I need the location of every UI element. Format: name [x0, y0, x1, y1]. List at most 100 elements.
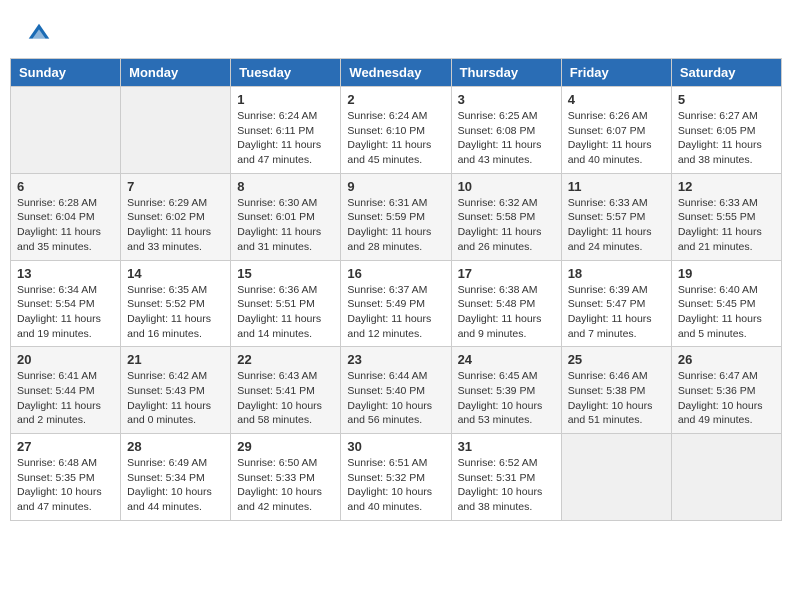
day-number: 11 [568, 179, 665, 194]
day-number: 8 [237, 179, 334, 194]
calendar-cell: 6 Sunrise: 6:28 AMSunset: 6:04 PMDaylight… [11, 173, 121, 260]
calendar-cell: 1 Sunrise: 6:24 AMSunset: 6:11 PMDaylight… [231, 87, 341, 174]
calendar-week-row: 20 Sunrise: 6:41 AMSunset: 5:44 PMDayligh… [11, 347, 782, 434]
weekday-header-friday: Friday [561, 59, 671, 87]
calendar-cell: 15Sunrise: 6:36 AMSunset: 5:51 PMDayligh… [231, 260, 341, 347]
calendar-cell: 27 Sunrise: 6:48 AMSunset: 5:35 PMDayligh… [11, 434, 121, 521]
day-info: Sunrise: 6:50 AMSunset: 5:33 PMDaylight:… [237, 456, 334, 515]
day-info: Sunrise: 6:47 AMSunset: 5:36 PMDaylight:… [678, 369, 775, 428]
day-info: Sunrise: 6:31 AMSunset: 5:59 PMDaylight:… [347, 196, 444, 255]
day-number: 25 [568, 352, 665, 367]
day-info: Sunrise: 6:34 AMSunset: 5:54 PMDaylight:… [17, 283, 114, 342]
day-number: 31 [458, 439, 555, 454]
day-info: Sunrise: 6:29 AMSunset: 6:02 PMDaylight:… [127, 196, 224, 255]
day-number: 30 [347, 439, 444, 454]
weekday-header-sunday: Sunday [11, 59, 121, 87]
day-info: Sunrise: 6:27 AMSunset: 6:05 PMDaylight:… [678, 109, 775, 168]
day-info: Sunrise: 6:45 AMSunset: 5:39 PMDaylight:… [458, 369, 555, 428]
calendar-cell: 30Sunrise: 6:51 AMSunset: 5:32 PMDayligh… [341, 434, 451, 521]
day-info: Sunrise: 6:24 AMSunset: 6:10 PMDaylight:… [347, 109, 444, 168]
day-number: 12 [678, 179, 775, 194]
day-number: 10 [458, 179, 555, 194]
calendar-cell [671, 434, 781, 521]
day-number: 7 [127, 179, 224, 194]
calendar-cell [121, 87, 231, 174]
day-info: Sunrise: 6:52 AMSunset: 5:31 PMDaylight:… [458, 456, 555, 515]
calendar-cell: 17Sunrise: 6:38 AMSunset: 5:48 PMDayligh… [451, 260, 561, 347]
day-number: 1 [237, 92, 334, 107]
day-number: 22 [237, 352, 334, 367]
calendar-week-row: 6 Sunrise: 6:28 AMSunset: 6:04 PMDaylight… [11, 173, 782, 260]
day-number: 16 [347, 266, 444, 281]
calendar-cell [11, 87, 121, 174]
day-info: Sunrise: 6:39 AMSunset: 5:47 PMDaylight:… [568, 283, 665, 342]
calendar-cell: 26 Sunrise: 6:47 AMSunset: 5:36 PMDayligh… [671, 347, 781, 434]
day-info: Sunrise: 6:30 AMSunset: 6:01 PMDaylight:… [237, 196, 334, 255]
calendar-cell: 10 Sunrise: 6:32 AMSunset: 5:58 PMDayligh… [451, 173, 561, 260]
calendar-cell: 25 Sunrise: 6:46 AMSunset: 5:38 PMDayligh… [561, 347, 671, 434]
calendar-week-row: 27 Sunrise: 6:48 AMSunset: 5:35 PMDayligh… [11, 434, 782, 521]
calendar-week-row: 1 Sunrise: 6:24 AMSunset: 6:11 PMDaylight… [11, 87, 782, 174]
calendar-cell: 23 Sunrise: 6:44 AMSunset: 5:40 PMDayligh… [341, 347, 451, 434]
calendar-cell: 2 Sunrise: 6:24 AMSunset: 6:10 PMDaylight… [341, 87, 451, 174]
logo [25, 20, 57, 48]
calendar-cell: 20 Sunrise: 6:41 AMSunset: 5:44 PMDayligh… [11, 347, 121, 434]
day-number: 14 [127, 266, 224, 281]
day-info: Sunrise: 6:41 AMSunset: 5:44 PMDaylight:… [17, 369, 114, 428]
day-number: 4 [568, 92, 665, 107]
day-info: Sunrise: 6:48 AMSunset: 5:35 PMDaylight:… [17, 456, 114, 515]
day-number: 19 [678, 266, 775, 281]
logo-icon [25, 20, 53, 48]
day-number: 6 [17, 179, 114, 194]
day-info: Sunrise: 6:25 AMSunset: 6:08 PMDaylight:… [458, 109, 555, 168]
day-number: 20 [17, 352, 114, 367]
day-number: 3 [458, 92, 555, 107]
day-info: Sunrise: 6:32 AMSunset: 5:58 PMDaylight:… [458, 196, 555, 255]
day-info: Sunrise: 6:28 AMSunset: 6:04 PMDaylight:… [17, 196, 114, 255]
calendar-cell: 7 Sunrise: 6:29 AMSunset: 6:02 PMDaylight… [121, 173, 231, 260]
weekday-header-saturday: Saturday [671, 59, 781, 87]
calendar-cell: 28 Sunrise: 6:49 AMSunset: 5:34 PMDayligh… [121, 434, 231, 521]
day-number: 17 [458, 266, 555, 281]
day-info: Sunrise: 6:49 AMSunset: 5:34 PMDaylight:… [127, 456, 224, 515]
weekday-header-tuesday: Tuesday [231, 59, 341, 87]
day-number: 18 [568, 266, 665, 281]
day-number: 2 [347, 92, 444, 107]
calendar-cell: 5 Sunrise: 6:27 AMSunset: 6:05 PMDaylight… [671, 87, 781, 174]
calendar-cell: 16Sunrise: 6:37 AMSunset: 5:49 PMDayligh… [341, 260, 451, 347]
calendar-week-row: 13 Sunrise: 6:34 AMSunset: 5:54 PMDayligh… [11, 260, 782, 347]
calendar-cell: 18 Sunrise: 6:39 AMSunset: 5:47 PMDayligh… [561, 260, 671, 347]
calendar-cell: 14Sunrise: 6:35 AMSunset: 5:52 PMDayligh… [121, 260, 231, 347]
calendar-cell: 22 Sunrise: 6:43 AMSunset: 5:41 PMDayligh… [231, 347, 341, 434]
day-info: Sunrise: 6:24 AMSunset: 6:11 PMDaylight:… [237, 109, 334, 168]
day-info: Sunrise: 6:26 AMSunset: 6:07 PMDaylight:… [568, 109, 665, 168]
day-number: 13 [17, 266, 114, 281]
day-info: Sunrise: 6:43 AMSunset: 5:41 PMDaylight:… [237, 369, 334, 428]
weekday-header-thursday: Thursday [451, 59, 561, 87]
day-number: 5 [678, 92, 775, 107]
day-number: 23 [347, 352, 444, 367]
day-info: Sunrise: 6:33 AMSunset: 5:55 PMDaylight:… [678, 196, 775, 255]
day-info: Sunrise: 6:42 AMSunset: 5:43 PMDaylight:… [127, 369, 224, 428]
page-header [10, 10, 782, 53]
calendar-cell: 21Sunrise: 6:42 AMSunset: 5:43 PMDayligh… [121, 347, 231, 434]
weekday-header-row: SundayMondayTuesdayWednesdayThursdayFrid… [11, 59, 782, 87]
day-info: Sunrise: 6:44 AMSunset: 5:40 PMDaylight:… [347, 369, 444, 428]
calendar-cell: 24Sunrise: 6:45 AMSunset: 5:39 PMDayligh… [451, 347, 561, 434]
calendar-cell: 4 Sunrise: 6:26 AMSunset: 6:07 PMDaylight… [561, 87, 671, 174]
day-number: 29 [237, 439, 334, 454]
day-info: Sunrise: 6:46 AMSunset: 5:38 PMDaylight:… [568, 369, 665, 428]
day-number: 28 [127, 439, 224, 454]
day-number: 26 [678, 352, 775, 367]
calendar-cell: 11Sunrise: 6:33 AMSunset: 5:57 PMDayligh… [561, 173, 671, 260]
weekday-header-wednesday: Wednesday [341, 59, 451, 87]
day-number: 27 [17, 439, 114, 454]
calendar-cell: 29 Sunrise: 6:50 AMSunset: 5:33 PMDayligh… [231, 434, 341, 521]
calendar-cell [561, 434, 671, 521]
calendar-cell: 3 Sunrise: 6:25 AMSunset: 6:08 PMDaylight… [451, 87, 561, 174]
calendar-cell: 8 Sunrise: 6:30 AMSunset: 6:01 PMDaylight… [231, 173, 341, 260]
day-number: 15 [237, 266, 334, 281]
calendar-cell: 12 Sunrise: 6:33 AMSunset: 5:55 PMDayligh… [671, 173, 781, 260]
calendar-table: SundayMondayTuesdayWednesdayThursdayFrid… [10, 58, 782, 521]
day-number: 9 [347, 179, 444, 194]
